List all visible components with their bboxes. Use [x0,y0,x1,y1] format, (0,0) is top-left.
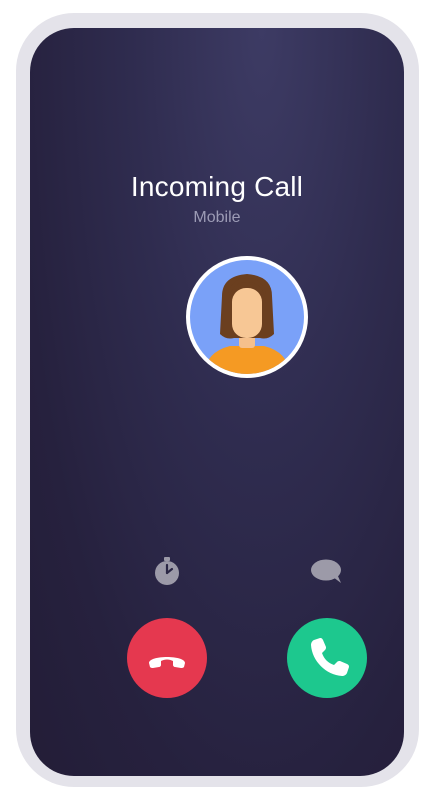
stopwatch-icon [155,557,179,585]
phone-hangup-icon [149,657,185,668]
caller-avatar-image [190,260,304,374]
caller-avatar [186,256,308,378]
caller-label: Mobile [193,209,241,226]
call-title: Incoming Call [130,171,304,202]
accept-button[interactable] [287,618,367,698]
incoming-call-screen: Incoming Call Mobile [30,28,404,776]
reminder-button[interactable] [152,556,182,591]
message-bubble-icon [311,559,341,583]
message-button[interactable] [311,559,343,590]
phone-icon [311,638,349,676]
decline-button[interactable] [127,618,207,698]
